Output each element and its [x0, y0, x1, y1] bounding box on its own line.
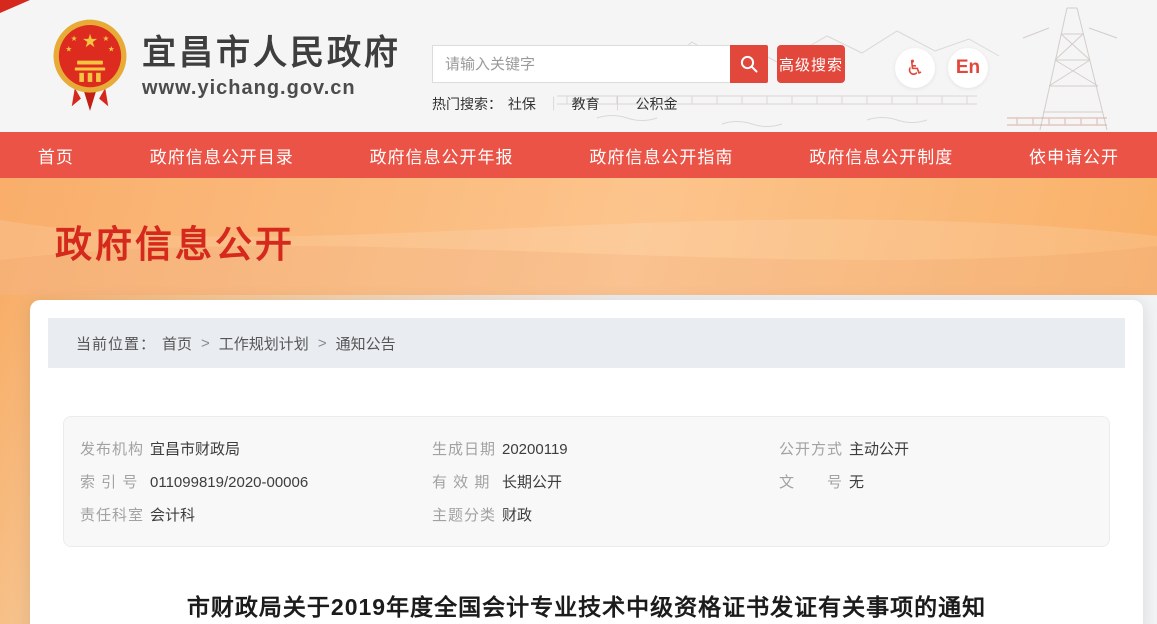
- site-header: ★ ★ ★ ★ ★ 宜昌市人民政府 www.yichang.gov.cn: [0, 0, 1157, 132]
- accessibility-button[interactable]: ♿: [895, 48, 935, 88]
- meta-topic-category: 主题分类财政: [432, 506, 779, 526]
- breadcrumb-label: 当前位置：: [76, 333, 156, 354]
- hot-search-item-gongjijin[interactable]: 公积金: [635, 96, 677, 112]
- nav-item-annual-report[interactable]: 政府信息公开年报: [370, 143, 514, 168]
- content-background: 当前位置： 首页 > 工作规划计划 > 通知公告 发布机构宜昌市财政局 生成日期…: [0, 295, 1157, 624]
- breadcrumb: 当前位置： 首页 > 工作规划计划 > 通知公告: [48, 318, 1125, 368]
- hot-search: 热门搜索： 社保 ｜ 教育 ｜ 公积金: [432, 94, 845, 114]
- meta-index-number: 索 引 号011099819/2020-00006: [80, 473, 432, 493]
- national-emblem-icon: ★ ★ ★ ★ ★: [52, 18, 128, 114]
- document-title: 市财政局关于2019年度全国会计专业技术中级资格证书发证有关事项的通知: [48, 588, 1125, 622]
- meta-responsible-office: 责任科室会计科: [80, 506, 432, 526]
- breadcrumb-home[interactable]: 首页: [162, 333, 192, 354]
- search-button[interactable]: [730, 45, 768, 83]
- site-url: www.yichang.gov.cn: [142, 77, 401, 100]
- svg-text:★: ★: [71, 34, 78, 43]
- hot-search-separator: ｜: [611, 96, 625, 112]
- svg-text:★: ★: [82, 30, 98, 51]
- search-input[interactable]: [432, 45, 730, 83]
- breadcrumb-notices[interactable]: 通知公告: [336, 333, 396, 354]
- advanced-search-button[interactable]: 高级搜索: [777, 45, 845, 83]
- english-button[interactable]: En: [948, 48, 988, 88]
- section-banner: 政府信息公开: [0, 178, 1157, 295]
- meta-date-created: 生成日期20200119: [432, 440, 779, 460]
- search-area: 高级搜索 热门搜索： 社保 ｜ 教育 ｜ 公积金: [432, 45, 845, 114]
- svg-text:★: ★: [108, 45, 115, 54]
- hot-search-separator: ｜: [547, 96, 561, 112]
- nav-item-info-directory[interactable]: 政府信息公开目录: [150, 143, 294, 168]
- meta-validity: 有 效 期长期公开: [432, 473, 779, 493]
- breadcrumb-work-plans[interactable]: 工作规划计划: [219, 333, 309, 354]
- nav-item-apply-disclosure[interactable]: 依申请公开: [1029, 143, 1119, 168]
- meta-empty-cell: [779, 506, 1093, 526]
- main-nav: 首页 政府信息公开目录 政府信息公开年报 政府信息公开指南 政府信息公开制度 依…: [0, 132, 1157, 178]
- page-root: ★ ★ ★ ★ ★ 宜昌市人民政府 www.yichang.gov.cn: [0, 0, 1157, 624]
- banner-title: 政府信息公开: [0, 178, 1157, 268]
- site-name: 宜昌市人民政府: [142, 33, 401, 73]
- meta-doc-number: 文 号无: [779, 473, 1093, 493]
- breadcrumb-separator: >: [318, 335, 327, 352]
- nav-item-guide[interactable]: 政府信息公开指南: [589, 143, 733, 168]
- site-logo[interactable]: ★ ★ ★ ★ ★ 宜昌市人民政府 www.yichang.gov.cn: [52, 18, 401, 114]
- svg-text:★: ★: [65, 45, 72, 54]
- content-card: 当前位置： 首页 > 工作规划计划 > 通知公告 发布机构宜昌市财政局 生成日期…: [30, 300, 1143, 624]
- wheelchair-icon: ♿: [906, 58, 925, 79]
- document-meta-box: 发布机构宜昌市财政局 生成日期20200119 公开方式主动公开 索 引 号01…: [63, 416, 1110, 547]
- breadcrumb-separator: >: [201, 335, 210, 352]
- hot-search-item-jiaoyu[interactable]: 教育: [572, 96, 600, 112]
- hot-search-item-shebao[interactable]: 社保: [508, 96, 536, 112]
- site-title-block: 宜昌市人民政府 www.yichang.gov.cn: [142, 33, 401, 100]
- corner-ribbon: [0, 0, 30, 13]
- hot-search-label: 热门搜索：: [432, 96, 502, 112]
- en-label: En: [956, 57, 980, 79]
- meta-publisher: 发布机构宜昌市财政局: [80, 440, 432, 460]
- nav-item-rules[interactable]: 政府信息公开制度: [809, 143, 953, 168]
- search-icon: [739, 54, 759, 74]
- nav-item-home[interactable]: 首页: [38, 143, 74, 168]
- meta-disclosure-method: 公开方式主动公开: [779, 440, 1093, 460]
- svg-text:★: ★: [103, 34, 110, 43]
